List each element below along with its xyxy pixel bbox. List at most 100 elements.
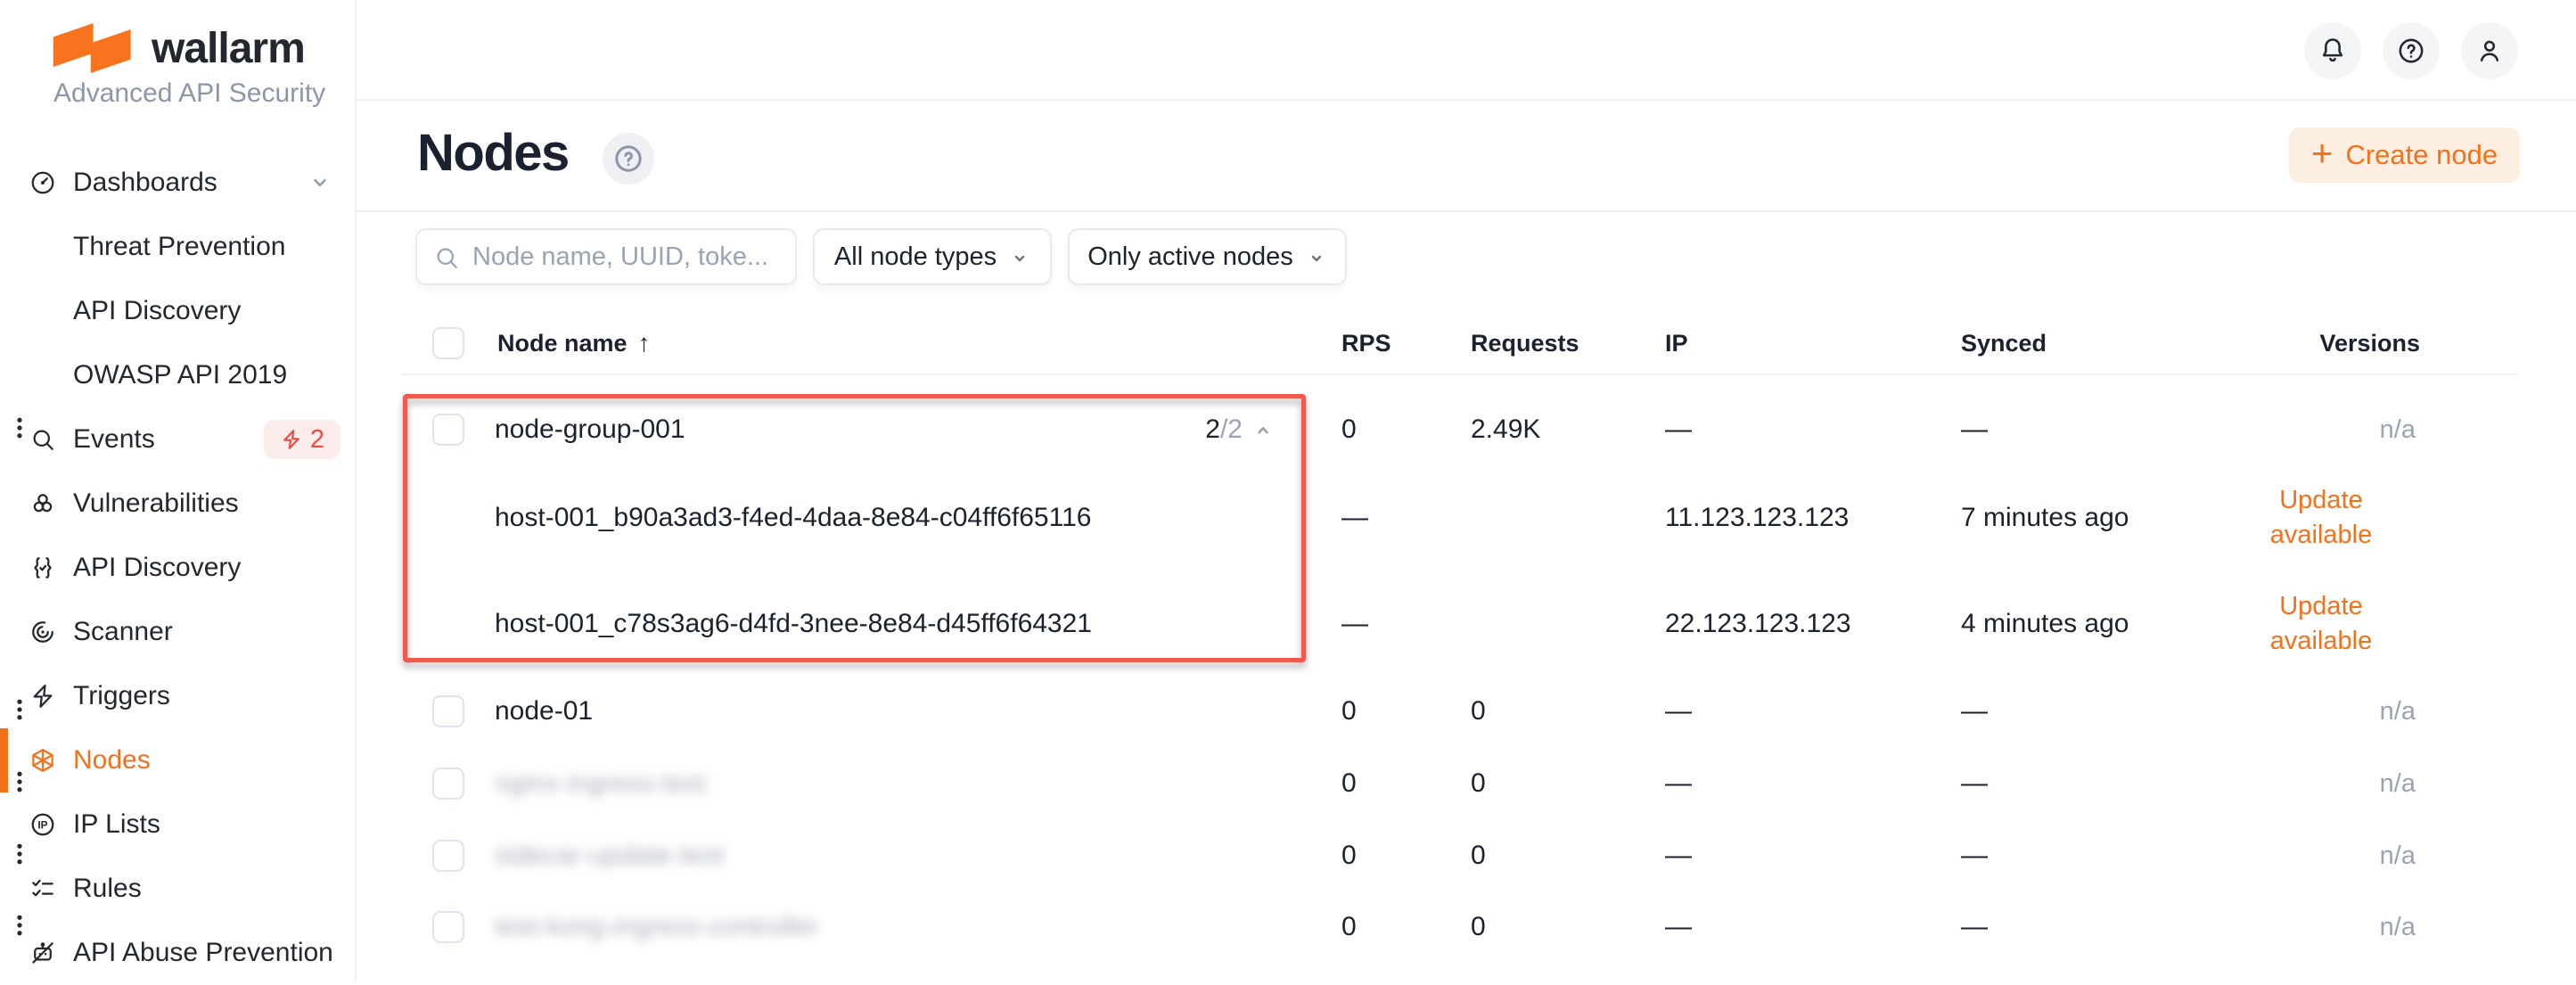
create-node-button[interactable]: + Create node xyxy=(2289,127,2520,183)
bell-icon xyxy=(2318,36,2348,66)
rps-value: 0 xyxy=(1341,834,1357,877)
braces-check-icon xyxy=(29,554,56,581)
row-menu-button[interactable] xyxy=(0,834,39,874)
host-name[interactable]: host-001_c78s3ag6-d4fd-3nee-8e84-d45ff6f… xyxy=(495,603,1092,645)
user-icon xyxy=(2474,36,2505,66)
requests-value: 2.49K xyxy=(1471,408,1540,451)
question-circle-icon xyxy=(612,143,644,175)
row-menu-button[interactable] xyxy=(0,762,39,801)
row-checkbox[interactable] xyxy=(432,911,464,943)
column-header-requests: Requests xyxy=(1471,321,1579,365)
sidebar-item-owasp-api-2019[interactable]: OWASP API 2019 xyxy=(0,343,355,407)
checklist-icon xyxy=(29,875,56,902)
brand-logo: wallarm xyxy=(52,23,305,73)
column-header-versions: Versions xyxy=(2193,321,2420,365)
svg-text:IP: IP xyxy=(37,819,47,832)
row-menu-button[interactable] xyxy=(0,690,39,729)
update-available-link[interactable]: Update available xyxy=(2232,483,2410,553)
account-button[interactable] xyxy=(2461,22,2518,79)
versions-value: n/a xyxy=(2193,834,2416,877)
chevron-up-icon xyxy=(1251,419,1275,442)
page-help-button[interactable] xyxy=(603,133,654,185)
plus-icon: + xyxy=(2311,135,2334,172)
row-menu-button[interactable] xyxy=(0,408,39,447)
requests-value: 0 xyxy=(1471,762,1486,805)
node-name-redacted[interactable]: nginx-ingress-test xyxy=(495,762,706,805)
synced-value: — xyxy=(1961,906,1988,948)
update-available-link[interactable]: Update available xyxy=(2232,589,2410,659)
ip-value: 22.123.123.123 xyxy=(1665,603,1851,645)
sidebar-item-dashboards[interactable]: Dashboards xyxy=(0,151,355,215)
table-row-host-instance: host-001_b90a3ad3-f4ed-4daa-8e84-c04ff6f… xyxy=(0,497,2576,539)
question-circle-icon xyxy=(2396,36,2426,66)
chevron-down-icon xyxy=(1306,248,1327,269)
synced-value: — xyxy=(1961,762,1988,805)
notifications-button[interactable] xyxy=(2304,22,2361,79)
active-nodes-filter[interactable]: Only active nodes xyxy=(1068,228,1347,285)
synced-value: — xyxy=(1961,690,1988,733)
header-divider xyxy=(357,210,2576,212)
rps-value: 0 xyxy=(1341,762,1357,805)
node-types-filter[interactable]: All node types xyxy=(813,228,1052,285)
versions-value: n/a xyxy=(2193,906,2416,948)
row-checkbox[interactable] xyxy=(432,695,464,727)
topbar xyxy=(357,0,2576,101)
row-checkbox[interactable] xyxy=(432,414,464,446)
synced-value: — xyxy=(1961,408,1988,451)
help-button[interactable] xyxy=(2383,22,2440,79)
node-search xyxy=(415,228,797,285)
group-instances-toggle[interactable]: 2/2 xyxy=(1096,408,1275,451)
search-input[interactable] xyxy=(417,230,795,283)
table-row-node-01: node-01 0 0 — — n/a xyxy=(0,690,2576,733)
node-name-redacted[interactable]: test-kong-ingress-controller xyxy=(495,906,818,948)
node-name[interactable]: node-group-001 xyxy=(495,408,685,451)
column-header-rps: RPS xyxy=(1341,321,1391,365)
kebab-icon xyxy=(6,841,33,867)
ip-value: — xyxy=(1665,690,1692,733)
sidebar-item-api-discovery-dashboard[interactable]: API Discovery xyxy=(0,279,355,343)
column-header-node-name[interactable]: Node name↑ xyxy=(497,321,651,365)
host-name[interactable]: host-001_b90a3ad3-f4ed-4daa-8e84-c04ff6f… xyxy=(495,497,1091,539)
wallarm-logo-icon xyxy=(52,23,137,73)
sidebar-item-threat-prevention[interactable]: Threat Prevention xyxy=(0,215,355,279)
row-checkbox[interactable] xyxy=(432,767,464,800)
row-checkbox[interactable] xyxy=(432,840,464,872)
row-menu-button[interactable] xyxy=(0,906,39,945)
ip-value: 11.123.123.123 xyxy=(1665,497,1849,539)
table-header-divider xyxy=(401,373,2518,375)
requests-value: 0 xyxy=(1471,690,1486,733)
chevron-down-icon xyxy=(1009,248,1030,269)
versions-value: n/a xyxy=(2193,408,2416,451)
ip-value: — xyxy=(1665,906,1692,948)
ip-value: — xyxy=(1665,762,1692,805)
rps-value: 0 xyxy=(1341,690,1357,733)
ip-value: — xyxy=(1665,834,1692,877)
page-title: Nodes xyxy=(417,123,569,183)
rps-value: — xyxy=(1341,497,1368,539)
table-row-redacted: sidecar-update-test 0 0 — — n/a xyxy=(0,834,2576,877)
rps-value: 0 xyxy=(1341,906,1357,948)
column-header-ip: IP xyxy=(1665,321,1688,365)
kebab-icon xyxy=(6,415,33,441)
rps-value: — xyxy=(1341,603,1368,645)
synced-value: 7 minutes ago xyxy=(1961,497,2129,539)
requests-value: 0 xyxy=(1471,906,1486,948)
table-row-node-group-001: node-group-001 2/2 0 2.49K — — n/a xyxy=(0,408,2576,451)
versions-value: n/a xyxy=(2193,762,2416,805)
rps-value: 0 xyxy=(1341,408,1357,451)
sidebar-item-api-discovery[interactable]: API Discovery xyxy=(0,536,355,600)
synced-value: — xyxy=(1961,834,1988,877)
chevron-down-icon[interactable] xyxy=(308,171,332,194)
gauge-icon xyxy=(29,169,56,196)
table-row-redacted: nginx-ingress-test 0 0 — — n/a xyxy=(0,762,2576,805)
table-row-host-instance: host-001_c78s3ag6-d4fd-3nee-8e84-d45ff6f… xyxy=(0,603,2576,645)
kebab-icon xyxy=(6,912,33,939)
brand-name: wallarm xyxy=(152,24,305,73)
node-name-redacted[interactable]: sidecar-update-test xyxy=(495,834,724,877)
sidebar: wallarm Advanced API Security Dashboards… xyxy=(0,0,357,981)
kebab-icon xyxy=(6,696,33,723)
column-header-synced: Synced xyxy=(1961,321,2047,365)
node-name[interactable]: node-01 xyxy=(495,690,593,733)
sort-asc-icon: ↑ xyxy=(638,329,651,357)
select-all-checkbox[interactable] xyxy=(432,327,464,359)
